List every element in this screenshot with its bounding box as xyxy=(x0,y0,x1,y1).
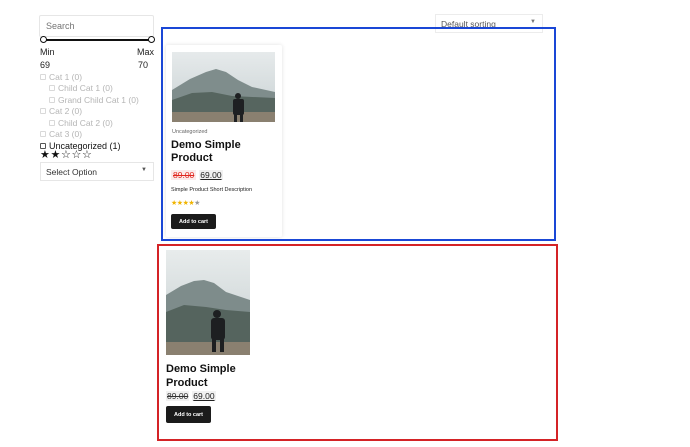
checkbox-icon[interactable] xyxy=(40,142,46,149)
sorting-select[interactable]: Default sorting ▼ xyxy=(435,14,543,33)
price-max-label: Max xyxy=(137,47,155,57)
category-filter-label: Child Cat 1 (0) xyxy=(58,83,113,94)
chevron-down-icon: ▼ xyxy=(530,19,536,25)
category-filter-label: Child Cat 2 (0) xyxy=(58,117,113,128)
product-photo-mountain-hiker xyxy=(172,52,275,122)
category-filter-label: Cat 2 (0) xyxy=(49,106,83,117)
category-filter-label: Cat 3 (0) xyxy=(49,129,83,140)
checkbox-icon[interactable] xyxy=(40,131,46,138)
star-filled-icon[interactable]: ★ xyxy=(51,150,62,161)
star-empty-icon[interactable]: ☆ xyxy=(72,150,83,161)
star-filled-icon[interactable]: ★ xyxy=(40,150,51,161)
sale-price: 69.00 xyxy=(199,170,223,180)
checkbox-icon[interactable] xyxy=(49,96,55,103)
category-filter-item[interactable]: Cat 2 (0) xyxy=(40,106,165,118)
checkbox-icon[interactable] xyxy=(40,108,46,115)
product-title[interactable]: Demo Simple Product xyxy=(171,139,271,165)
product-category[interactable]: Uncategorized xyxy=(172,129,207,135)
price-max-value: 70 xyxy=(138,60,149,70)
category-filter-label: Grand Child Cat 1 (0) xyxy=(58,94,139,105)
product-photo-mountain-hiker xyxy=(166,250,250,355)
star-empty-icon: ★ xyxy=(194,200,200,207)
star-empty-icon[interactable]: ☆ xyxy=(82,150,93,161)
checkbox-icon[interactable] xyxy=(49,85,55,92)
category-filter-item[interactable]: Child Cat 2 (0) xyxy=(40,117,165,129)
sale-price: 69.00 xyxy=(192,391,216,401)
regular-price: 89.00 xyxy=(166,391,190,401)
add-to-cart-button[interactable]: Add to cart xyxy=(171,214,216,229)
category-filter-item[interactable]: Child Cat 1 (0) xyxy=(40,83,165,95)
checkbox-icon[interactable] xyxy=(40,73,46,80)
product-price: 89.00 69.00 xyxy=(166,391,216,401)
price-max-handle[interactable] xyxy=(148,36,155,43)
option-select[interactable]: Select Option ▼ xyxy=(40,162,154,181)
product-short-description: Simple Product Short Description xyxy=(171,187,253,193)
product-card-styled: Uncategorized Demo Simple Product 89.00 6… xyxy=(166,45,282,237)
chevron-down-icon: ▼ xyxy=(141,167,147,173)
rating-filter[interactable]: ★★☆☆☆ xyxy=(40,150,93,161)
product-price: 89.00 69.00 xyxy=(171,170,223,180)
category-filter-item[interactable]: Grand Child Cat 1 (0) xyxy=(40,94,165,106)
price-min-handle[interactable] xyxy=(40,36,47,43)
checkbox-icon[interactable] xyxy=(49,119,55,126)
price-range-slider[interactable] xyxy=(40,36,155,44)
category-filter-item[interactable]: Cat 3 (0) xyxy=(40,129,165,141)
price-min-label: Min xyxy=(40,47,55,57)
option-select-value: Select Option xyxy=(46,167,98,177)
regular-price: 89.00 xyxy=(171,170,197,180)
sorting-select-value: Default sorting xyxy=(441,19,496,29)
category-filter-list: Cat 1 (0) Child Cat 1 (0) Grand Child Cat … xyxy=(40,71,165,152)
search-input[interactable] xyxy=(39,15,154,37)
category-filter-item[interactable]: Cat 1 (0) xyxy=(40,71,165,83)
product-card-plain: Demo Simple Product 89.00 69.00 Add to ca… xyxy=(164,249,254,429)
product-title[interactable]: Demo Simple Product xyxy=(166,362,254,390)
product-image[interactable] xyxy=(166,250,250,355)
category-filter-label: Cat 1 (0) xyxy=(49,71,83,82)
price-range-track xyxy=(43,39,152,41)
price-min-value: 69 xyxy=(40,60,51,70)
star-empty-icon[interactable]: ☆ xyxy=(61,150,72,161)
product-rating: ★★★★★ xyxy=(171,199,200,207)
add-to-cart-button[interactable]: Add to cart xyxy=(166,406,211,423)
product-image[interactable] xyxy=(172,52,275,122)
